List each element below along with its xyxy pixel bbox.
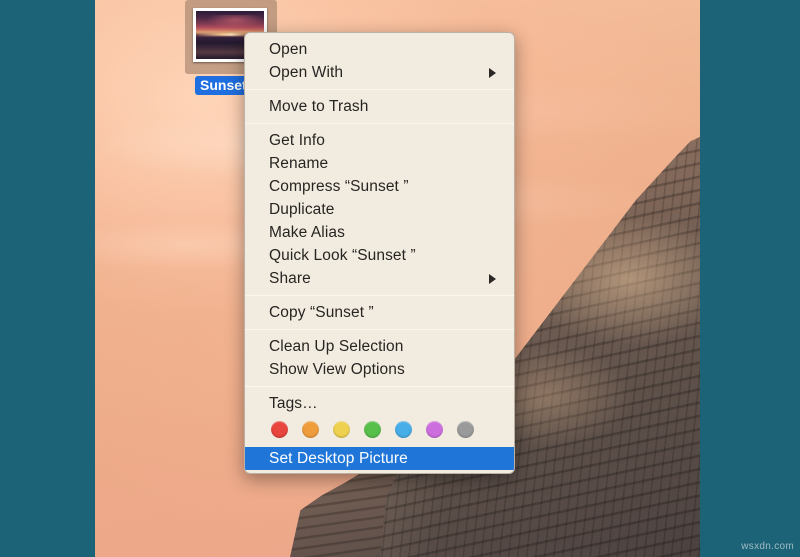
- screen: Sunset Open Open With Move to Trash Get …: [0, 0, 800, 557]
- watermark: wsxdn.com: [741, 541, 794, 552]
- menu-item-label: Get Info: [269, 132, 325, 149]
- menu-item-set-desktop-picture[interactable]: Set Desktop Picture: [245, 447, 514, 470]
- menu-item-label: Make Alias: [269, 224, 345, 241]
- menu-item-label: Share: [269, 270, 311, 287]
- menu-group-desktop-picture: Set Desktop Picture: [245, 447, 514, 473]
- menu-separator: [245, 89, 514, 90]
- menu-item-label: Rename: [269, 155, 329, 172]
- menu-item-label: Show View Options: [269, 361, 405, 378]
- menu-group-view: Clean Up Selection Show View Options: [245, 335, 514, 381]
- context-menu[interactable]: Open Open With Move to Trash Get Info Re…: [244, 32, 515, 474]
- chevron-right-icon: [489, 67, 496, 78]
- menu-item-get-info[interactable]: Get Info: [245, 129, 514, 152]
- menu-item-label: Quick Look “Sunset ”: [269, 247, 416, 264]
- menu-item-label: Open With: [269, 64, 344, 81]
- menu-item-label: Compress “Sunset ”: [269, 178, 409, 195]
- tag-dot-green[interactable]: [364, 421, 381, 438]
- menu-item-label: Clean Up Selection: [269, 338, 404, 355]
- tag-dot-gray[interactable]: [457, 421, 474, 438]
- tag-dot-red[interactable]: [271, 421, 288, 438]
- tag-dot-blue[interactable]: [395, 421, 412, 438]
- menu-item-clean-up-selection[interactable]: Clean Up Selection: [245, 335, 514, 358]
- menu-separator: [245, 295, 514, 296]
- menu-group-file-actions: Get Info Rename Compress “Sunset ” Dupli…: [245, 129, 514, 290]
- menu-item-label: Copy “Sunset ”: [269, 304, 374, 321]
- menu-item-move-to-trash[interactable]: Move to Trash: [245, 95, 514, 118]
- menu-item-open-with[interactable]: Open With: [245, 61, 514, 84]
- menu-item-rename[interactable]: Rename: [245, 152, 514, 175]
- menu-item-show-view-options[interactable]: Show View Options: [245, 358, 514, 381]
- menu-item-open[interactable]: Open: [245, 38, 514, 61]
- chevron-right-icon: [489, 273, 496, 284]
- menu-item-compress[interactable]: Compress “Sunset ”: [245, 175, 514, 198]
- menu-item-duplicate[interactable]: Duplicate: [245, 198, 514, 221]
- menu-group-open: Open Open With: [245, 38, 514, 84]
- tag-color-swatches[interactable]: [245, 415, 514, 447]
- menu-item-label: Tags…: [269, 395, 318, 412]
- menu-separator: [245, 329, 514, 330]
- menu-separator: [245, 386, 514, 387]
- menu-item-label: Duplicate: [269, 201, 335, 218]
- tag-dot-purple[interactable]: [426, 421, 443, 438]
- menu-group-copy: Copy “Sunset ”: [245, 301, 514, 324]
- menu-item-make-alias[interactable]: Make Alias: [245, 221, 514, 244]
- menu-item-label: Set Desktop Picture: [269, 450, 408, 467]
- menu-item-label: Move to Trash: [269, 98, 369, 115]
- menu-item-tags[interactable]: Tags…: [245, 392, 514, 415]
- menu-item-share[interactable]: Share: [245, 267, 514, 290]
- tag-dot-orange[interactable]: [302, 421, 319, 438]
- menu-group-trash: Move to Trash: [245, 95, 514, 118]
- menu-item-quick-look[interactable]: Quick Look “Sunset ”: [245, 244, 514, 267]
- menu-group-tags: Tags…: [245, 392, 514, 447]
- menu-item-copy[interactable]: Copy “Sunset ”: [245, 301, 514, 324]
- menu-separator: [245, 123, 514, 124]
- tag-dot-yellow[interactable]: [333, 421, 350, 438]
- menu-item-label: Open: [269, 41, 308, 58]
